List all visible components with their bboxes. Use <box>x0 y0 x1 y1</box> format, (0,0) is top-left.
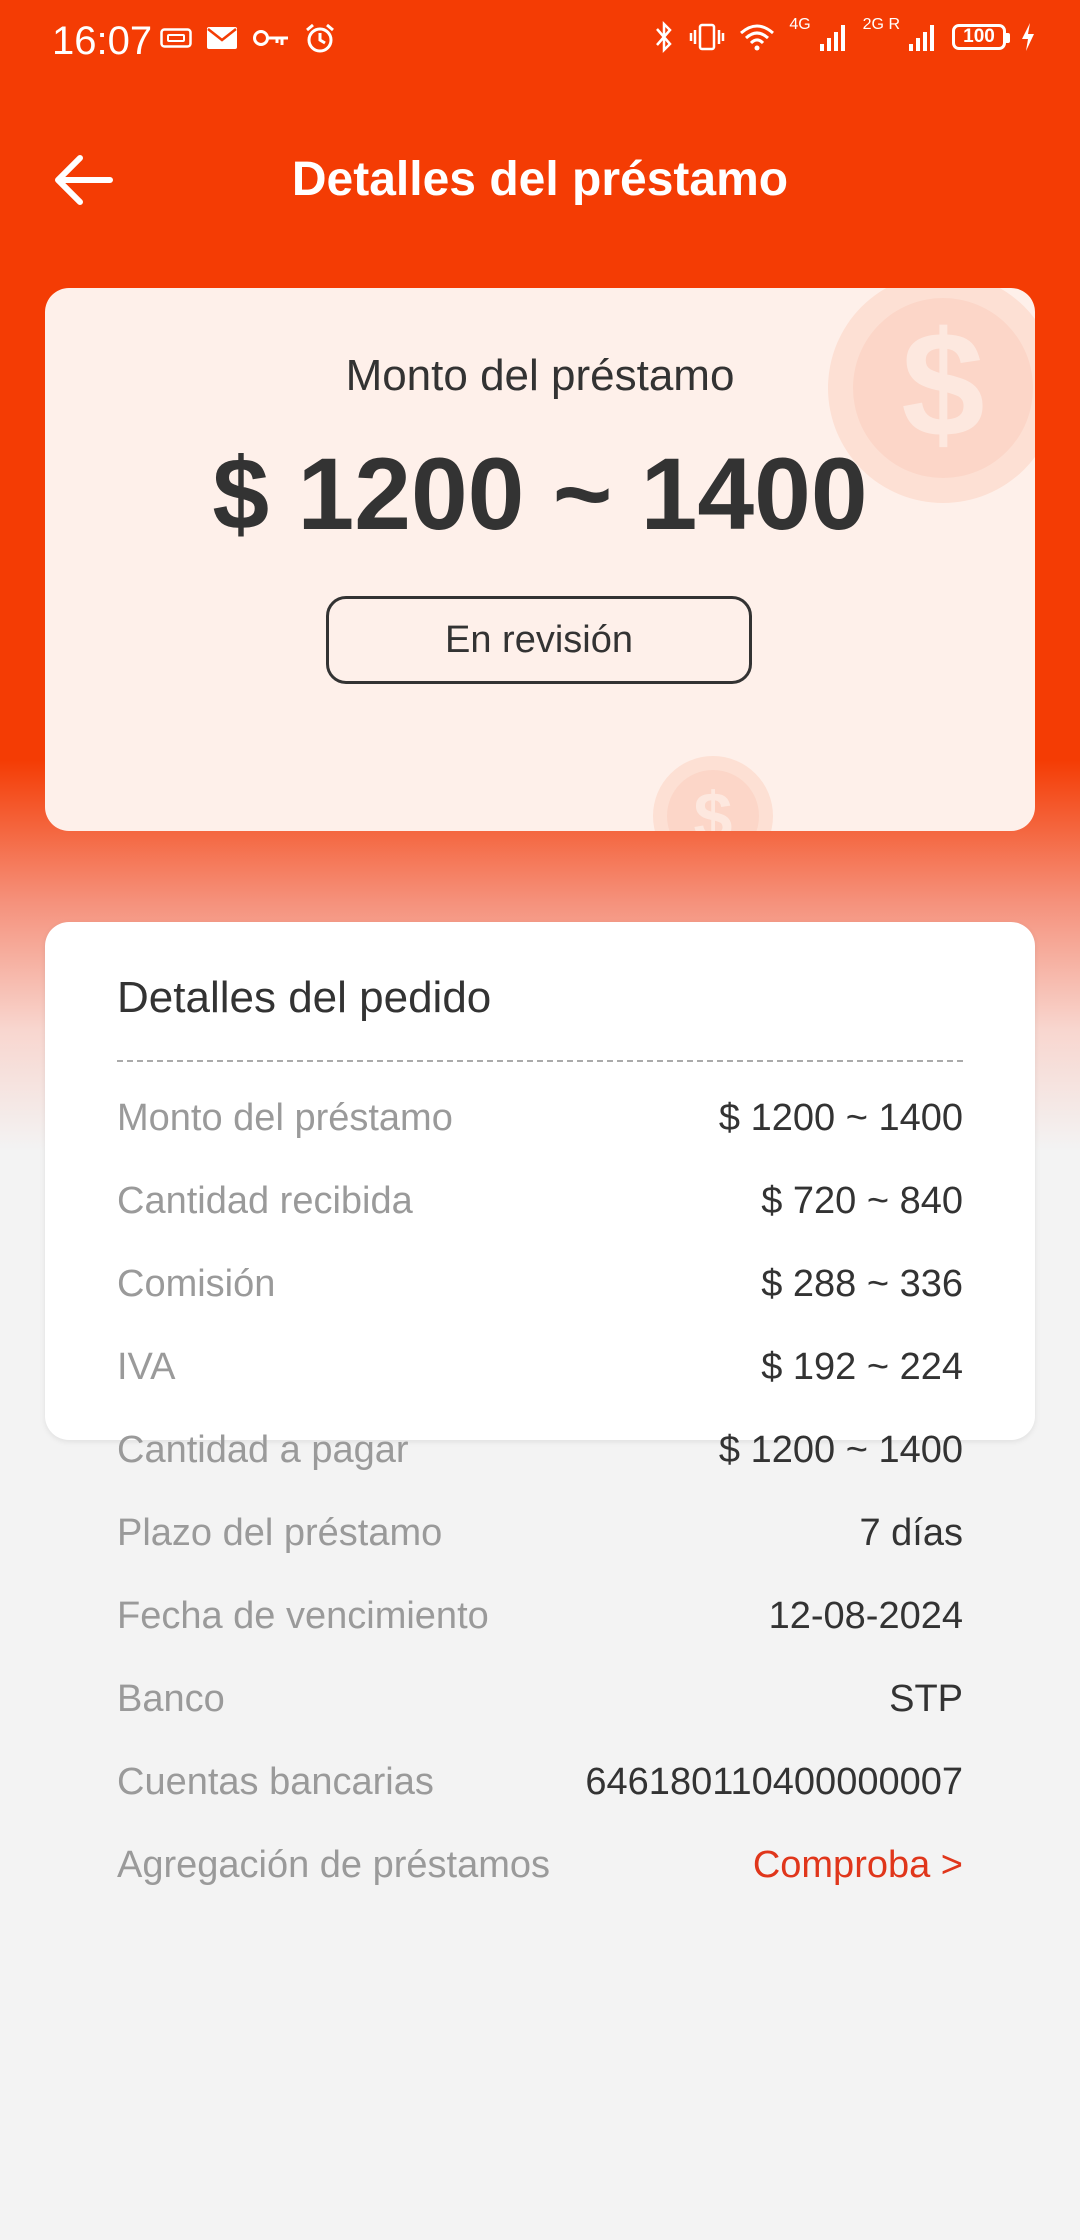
app-header: Detalles del préstamo <box>0 130 1080 230</box>
detail-label: Agregación de préstamos <box>117 1844 551 1886</box>
detail-row-commission: Comisión $ 288 ~ 336 <box>117 1243 963 1326</box>
battery-level: 100 <box>963 26 995 47</box>
loan-amount-value: $ 1200 ~ 1400 <box>212 437 868 551</box>
detail-value: $ 1200 ~ 1400 <box>718 1097 963 1139</box>
detail-value: $ 720 ~ 840 <box>761 1180 963 1222</box>
detail-label: Monto del préstamo <box>117 1097 453 1139</box>
detail-label: Banco <box>117 1678 225 1720</box>
page-title: Detalles del préstamo <box>291 153 789 206</box>
alarm-icon <box>306 23 334 53</box>
detail-row-bank-account: Cuentas bancarias 646180110400000007 <box>117 1741 963 1824</box>
detail-label: Cantidad recibida <box>117 1180 413 1222</box>
detail-label: Fecha de vencimiento <box>117 1595 489 1637</box>
check-loans-link[interactable]: Comproba > <box>753 1844 963 1887</box>
battery-icon: 100 <box>952 24 1010 50</box>
detail-row-loan-amount: Monto del préstamo $ 1200 ~ 1400 <box>117 1077 963 1160</box>
loan-amount-label: Monto del préstamo <box>345 351 735 400</box>
dollar-coin-small-icon: $ <box>653 756 773 831</box>
status-bar: 16:07 4G 2G R 100 <box>0 0 1080 84</box>
detail-row-loan-term: Plazo del préstamo 7 días <box>117 1492 963 1575</box>
detail-row-loan-aggregation: Agregación de préstamos Comproba > <box>117 1824 963 1907</box>
mail-icon <box>207 27 237 49</box>
detail-row-due-date: Fecha de vencimiento 12-08-2024 <box>117 1575 963 1658</box>
sim-card-icon <box>160 28 192 48</box>
status-left-icons <box>160 22 336 54</box>
signal-1-icon <box>819 25 845 51</box>
loan-amount-card: $ $ Monto del préstamo $ 1200 ~ 1400 En … <box>45 288 1035 831</box>
detail-value: 12-08-2024 <box>768 1595 963 1637</box>
signal-2-icon <box>909 25 934 51</box>
detail-label: Cuentas bancarias <box>117 1761 434 1803</box>
status-badge: En revisión <box>326 596 752 684</box>
detail-label: Comisión <box>117 1263 276 1305</box>
detail-value: 646180110400000007 <box>585 1761 963 1803</box>
signal-2-label: 2G R <box>862 16 900 33</box>
detail-value: 7 días <box>859 1512 963 1554</box>
detail-row-amount-to-pay: Cantidad a pagar $ 1200 ~ 1400 <box>117 1409 963 1492</box>
details-title: Detalles del pedido <box>117 973 492 1022</box>
detail-label: IVA <box>117 1346 176 1388</box>
signal-1-label: 4G <box>789 16 811 33</box>
detail-row-iva: IVA $ 192 ~ 224 <box>117 1326 963 1409</box>
detail-label: Plazo del préstamo <box>117 1512 443 1554</box>
detail-value: STP <box>889 1678 963 1720</box>
order-details-card: Detalles del pedido Monto del préstamo $… <box>45 922 1035 1886</box>
detail-value: $ 288 ~ 336 <box>761 1263 963 1305</box>
details-list: Monto del préstamo $ 1200 ~ 1400 Cantida… <box>117 1077 963 1907</box>
wifi-icon <box>740 24 775 51</box>
charging-icon <box>1022 23 1034 51</box>
detail-row-bank: Banco STP <box>117 1658 963 1741</box>
status-right-icons: 4G 2G R 100 <box>653 16 1036 54</box>
svg-text:$: $ <box>694 778 733 831</box>
detail-row-amount-received: Cantidad recibida $ 720 ~ 840 <box>117 1160 963 1243</box>
key-icon <box>253 30 288 46</box>
detail-value: $ 1200 ~ 1400 <box>718 1429 963 1471</box>
status-time: 16:07 <box>52 19 153 63</box>
detail-label: Cantidad a pagar <box>117 1429 409 1471</box>
detail-value: $ 192 ~ 224 <box>761 1346 963 1388</box>
dashed-divider <box>117 1060 963 1062</box>
vibrate-icon <box>690 23 725 51</box>
bluetooth-icon <box>656 20 673 54</box>
